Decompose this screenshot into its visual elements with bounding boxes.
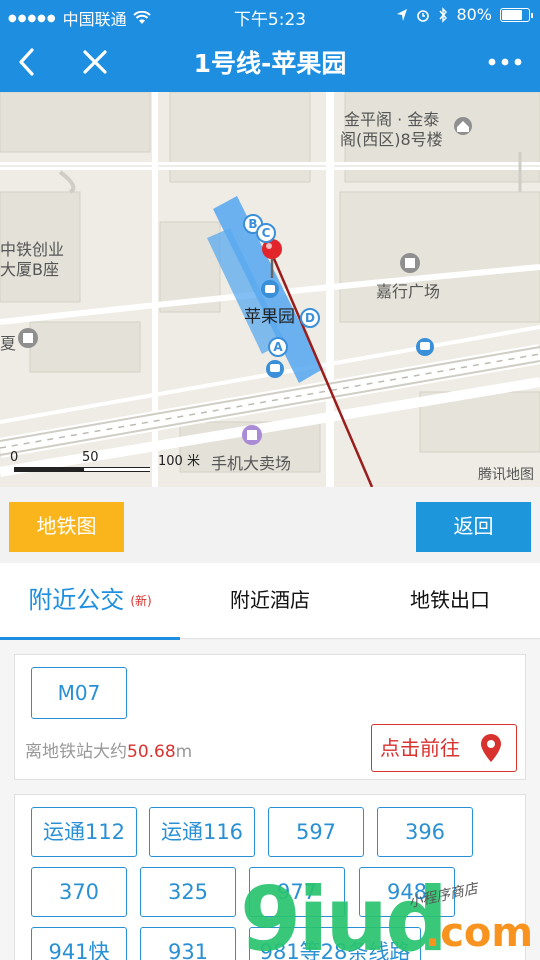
status-right: 80% [396, 5, 533, 24]
route-chip[interactable]: 941快 [31, 927, 127, 960]
map-background [0, 92, 540, 487]
route-chip[interactable]: 325 [140, 867, 236, 917]
distance-unit: m [175, 742, 193, 762]
tab-nearby-hotel[interactable]: 附近酒店 [180, 563, 360, 639]
exit-marker-a[interactable]: A [268, 337, 288, 357]
exit-marker-d[interactable]: D [300, 308, 320, 328]
bus-stop-card: M07 离地铁站大约50.68m 点击前往 [14, 654, 526, 780]
tab-subway-exit[interactable]: 地铁出口 [360, 563, 540, 639]
more-icon[interactable] [486, 50, 524, 74]
new-badge: (新) [130, 594, 152, 608]
battery-percent: 80% [456, 5, 492, 24]
route-chip[interactable]: 931 [140, 927, 236, 960]
subway-map-button[interactable]: 地铁图 [9, 502, 124, 552]
scale-fifty: 50 [82, 450, 99, 465]
watermark: 9iud .com 小程序商店 [240, 876, 540, 960]
map-view[interactable]: B C D A 金平阁 · 金泰 阁(西区)8号楼 中铁创业 大厦B座 夏 嘉行… [0, 92, 540, 487]
bluetooth-icon [439, 6, 448, 23]
route-chip[interactable]: 运通112 [31, 807, 137, 857]
route-chip[interactable]: 370 [31, 867, 127, 917]
watermark-com: .com [425, 910, 534, 956]
route-chip[interactable]: 597 [268, 807, 364, 857]
route-chip[interactable]: 396 [377, 807, 473, 857]
tab-nearby-bus[interactable]: 附近公交 (新) [0, 563, 180, 640]
exit-marker-c[interactable]: C [256, 223, 276, 243]
tab-bar: 附近公交 (新) 附近酒店 地铁出口 [0, 563, 540, 640]
distance-value: 50.68 [127, 742, 176, 762]
map-label-zhongtie-2: 大厦B座 [0, 260, 59, 279]
map-label-phone-store: 手机大卖场 [211, 454, 292, 473]
distance-prefix: 离地铁站大约 [25, 742, 127, 762]
map-label-jinping-2: 阁(西区)8号楼 [340, 130, 443, 149]
location-arrow-icon [397, 8, 408, 21]
back-button[interactable]: 返回 [416, 502, 531, 552]
distance-text: 离地铁站大约50.68m [25, 737, 192, 762]
battery-icon [500, 7, 533, 22]
scale-bar-half [84, 468, 150, 471]
map-label-xia: 夏 [0, 334, 17, 353]
nav-bar: 1号线-苹果园 [0, 32, 540, 92]
map-label-station: 苹果园 [244, 307, 295, 327]
map-label-jiaxing: 嘉行广场 [376, 282, 441, 301]
scale-zero: 0 [10, 450, 19, 465]
page-title: 1号线-苹果园 [193, 49, 347, 78]
navigate-label: 点击前往 [380, 736, 460, 760]
bus-stop-name[interactable]: M07 [31, 667, 127, 719]
status-bar: ●●●●● 中国联通 下午5:23 80% [0, 0, 540, 32]
page: ●●●●● 中国联通 下午5:23 80% 1号线-苹果园 B C D A 金平… [0, 0, 540, 960]
location-pin-icon [481, 734, 501, 762]
route-chip[interactable]: 运通116 [149, 807, 255, 857]
tab-nearby-bus-label: 附近公交 [28, 586, 125, 614]
battery-fill [502, 9, 522, 20]
scale-hundred: 100 米 [158, 454, 200, 469]
action-row: 地铁图 返回 [0, 487, 540, 563]
map-credit: 腾讯地图 [478, 467, 534, 483]
top-bar: ●●●●● 中国联通 下午5:23 80% 1号线-苹果园 [0, 0, 540, 92]
navigate-button[interactable]: 点击前往 [371, 724, 517, 772]
alarm-icon [417, 9, 430, 22]
